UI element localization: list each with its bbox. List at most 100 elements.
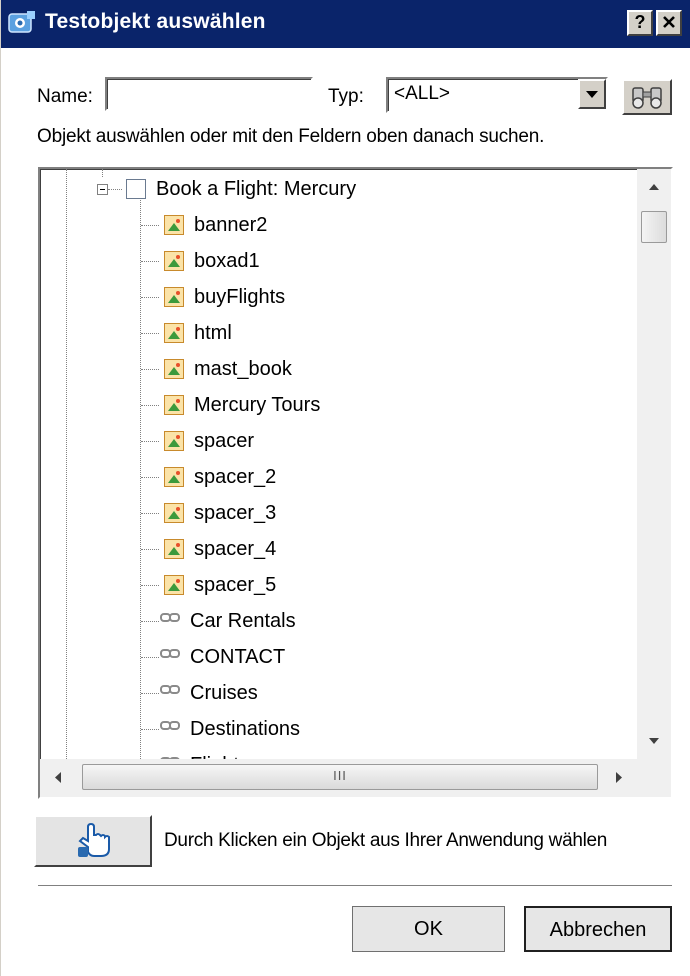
name-input-value xyxy=(107,82,111,103)
tree-root-node[interactable]: Book a Flight: Mercury xyxy=(126,172,356,206)
tree-guide-line xyxy=(102,169,103,177)
pointing-hand-icon xyxy=(78,822,110,857)
tree-connector xyxy=(141,405,159,406)
tree-item[interactable]: Cruises xyxy=(160,676,258,710)
tree-item-label: spacer_5 xyxy=(194,573,277,596)
tree-connector xyxy=(141,477,159,478)
tree-item[interactable]: mast_book xyxy=(164,352,292,386)
tree-item-label: Cruises xyxy=(190,681,258,704)
tree-item-label: html xyxy=(194,321,232,344)
pick-object-description: Durch Klicken ein Objekt aus Ihrer Anwen… xyxy=(164,830,608,851)
object-tree[interactable]: Book a Flight: Mercury banner2 boxad1 buyF… xyxy=(38,167,673,799)
tree-item-label: spacer_3 xyxy=(194,501,277,524)
tree-connector xyxy=(141,549,159,550)
app-icon xyxy=(8,11,35,33)
horizontal-scroll-thumb[interactable]: III xyxy=(82,764,598,790)
tree-connector xyxy=(141,657,159,658)
image-icon xyxy=(164,575,184,595)
tree-item[interactable]: spacer_5 xyxy=(164,568,276,602)
tree-content: Book a Flight: Mercury banner2 boxad1 buyF… xyxy=(40,169,637,759)
type-dropdown-button[interactable] xyxy=(578,79,606,109)
tree-connector xyxy=(141,729,159,730)
tree-connector xyxy=(141,585,159,586)
tree-item-label: spacer xyxy=(194,429,255,452)
tree-item[interactable]: spacer_3 xyxy=(164,496,276,530)
tree-item[interactable]: boxad1 xyxy=(164,244,260,278)
binoculars-icon xyxy=(632,87,662,109)
type-label: Typ: xyxy=(328,86,364,107)
title-bar[interactable]: Testobjekt auswählen ? xyxy=(1,0,690,48)
tree-connector xyxy=(141,333,159,334)
tree-connector xyxy=(141,261,159,262)
tree-item[interactable]: spacer xyxy=(164,424,254,458)
tree-connector xyxy=(141,621,159,622)
image-icon xyxy=(164,503,184,523)
find-button[interactable] xyxy=(622,79,672,115)
close-button[interactable] xyxy=(656,10,682,36)
type-select-value: <ALL> xyxy=(394,83,450,104)
image-icon xyxy=(164,215,184,235)
scroll-right-icon[interactable] xyxy=(603,759,637,797)
tree-item-label: spacer_4 xyxy=(194,537,277,560)
link-icon xyxy=(160,683,180,703)
tree-connector xyxy=(141,225,159,226)
ok-button[interactable]: OK xyxy=(352,906,505,952)
name-input[interactable] xyxy=(105,77,313,111)
image-icon xyxy=(164,359,184,379)
tree-item[interactable]: Flights xyxy=(160,748,249,759)
tree-guide-line xyxy=(66,169,67,759)
collapse-toggle[interactable] xyxy=(97,184,108,195)
link-icon xyxy=(160,647,180,667)
tree-item[interactable]: html xyxy=(164,316,232,350)
scroll-up-icon[interactable] xyxy=(637,169,671,203)
separator xyxy=(38,885,672,887)
tree-item-label: buyFlights xyxy=(194,285,286,308)
tree-connector xyxy=(141,693,159,694)
pick-object-button[interactable] xyxy=(34,815,152,867)
tree-connector xyxy=(108,189,122,190)
tree-node-label: Book a Flight: Mercury xyxy=(156,177,357,200)
image-icon xyxy=(164,431,184,451)
image-icon xyxy=(164,395,184,415)
window-title: Testobjekt auswählen xyxy=(45,10,266,33)
tree-connector xyxy=(141,441,159,442)
tree-connector xyxy=(141,369,159,370)
type-select[interactable]: <ALL> xyxy=(386,77,608,113)
image-icon xyxy=(164,467,184,487)
name-label: Name: xyxy=(37,86,93,107)
link-icon xyxy=(160,611,180,631)
close-icon xyxy=(663,16,675,28)
vertical-scroll-thumb[interactable] xyxy=(641,211,667,243)
tree-item-label: banner2 xyxy=(194,213,268,236)
image-icon xyxy=(164,323,184,343)
tree-item[interactable]: spacer_4 xyxy=(164,532,276,566)
tree-item-label: Destinations xyxy=(190,717,301,740)
tree-item-label: mast_book xyxy=(194,357,292,380)
cancel-button[interactable]: Abbrechen xyxy=(524,906,672,952)
image-icon xyxy=(164,287,184,307)
select-test-object-dialog: Testobjekt auswählen ? Name: Typ: <ALL> … xyxy=(0,0,690,976)
tree-item-label: boxad1 xyxy=(194,249,260,272)
horizontal-scrollbar[interactable]: III xyxy=(40,759,637,797)
tree-item[interactable]: Destinations xyxy=(160,712,301,746)
link-icon xyxy=(160,719,180,739)
image-icon xyxy=(164,539,184,559)
tree-item[interactable]: CONTACT xyxy=(160,640,285,674)
tree-item-label: spacer_2 xyxy=(194,465,277,488)
tree-item[interactable]: Car Rentals xyxy=(160,604,296,638)
tree-connector xyxy=(141,297,159,298)
tree-item-label: Mercury Tours xyxy=(194,393,321,416)
tree-item[interactable]: spacer_2 xyxy=(164,460,276,494)
tree-item-label: Car Rentals xyxy=(190,609,296,632)
tree-item[interactable]: banner2 xyxy=(164,208,267,242)
chevron-down-icon xyxy=(586,91,598,98)
image-icon xyxy=(164,251,184,271)
scroll-left-icon[interactable] xyxy=(40,759,74,797)
instructions-text: Objekt auswählen oder mit den Feldern ob… xyxy=(37,126,545,147)
vertical-scrollbar[interactable] xyxy=(637,169,671,759)
tree-item[interactable]: buyFlights xyxy=(164,280,285,314)
tree-item[interactable]: Mercury Tours xyxy=(164,388,320,422)
scrollbar-corner xyxy=(637,759,671,797)
scroll-down-icon[interactable] xyxy=(637,725,671,759)
help-button[interactable]: ? xyxy=(627,10,653,36)
